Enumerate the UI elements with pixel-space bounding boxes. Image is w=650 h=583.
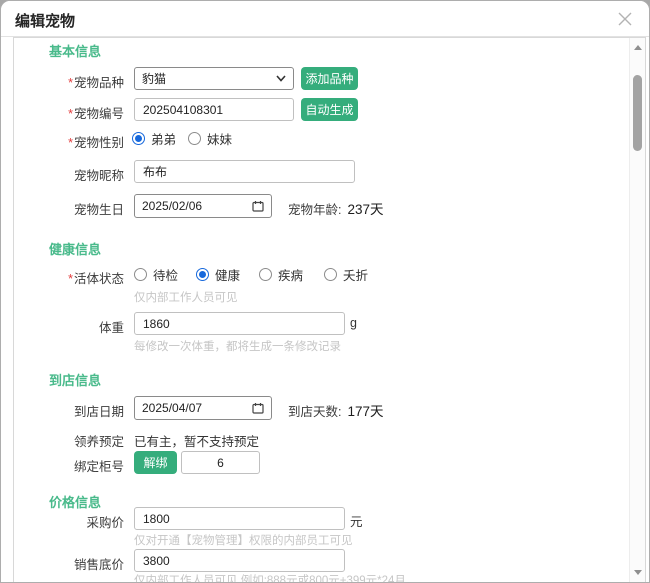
section-arrival-info: 到店信息 [49,370,101,389]
gender-radio-female[interactable]: 妹妹 [188,130,232,146]
edit-pet-dialog: 编辑宠物 基本信息 *宠物品种 豹猫 [0,0,650,583]
add-breed-button[interactable]: 添加品种 [301,67,358,90]
weight-hint: 每修改一次体重，都将生成一条修改记录 [134,338,341,354]
floor-price-input[interactable] [134,549,345,572]
pet-age-value: 237天 [347,198,383,218]
section-basic-info: 基本信息 [49,41,101,60]
cabinet-label: 绑定柜号 [1,456,124,475]
birthday-label: 宠物生日 [1,199,124,218]
modal-title: 编辑宠物 [15,10,75,31]
gender-radio-male[interactable]: 弟弟 [132,130,176,146]
nickname-input[interactable] [134,160,355,183]
radio-checked-icon [132,132,145,145]
pet-age-stat: 宠物年龄: 237天 [288,198,384,218]
purchase-price-hint: 仅对开通【宠物管理】权限的内部员工可见 [134,532,353,548]
adoption-status-text: 已有主，暂不支持预定 [134,431,259,450]
scrollbar-thumb[interactable] [633,75,642,151]
status-radio-sick[interactable]: 疾病 [259,266,303,282]
close-icon [617,11,633,27]
weight-label: 体重 [1,317,124,336]
gender-option-label: 妹妹 [207,129,232,148]
status-label: *活体状态 [1,268,124,287]
section-health-info: 健康信息 [49,239,101,258]
status-radio-deceased[interactable]: 夭折 [324,266,368,282]
weight-unit: g [350,316,357,330]
required-asterisk: * [68,136,73,150]
breed-select[interactable]: 豹猫 [134,67,294,90]
cabinet-number-input[interactable] [181,451,260,474]
birthday-date-input[interactable]: 2025/02/06 [134,194,272,218]
required-asterisk: * [68,272,73,286]
weight-input[interactable] [134,312,345,335]
unbind-button[interactable]: 解绑 [134,451,177,474]
adoption-label: 领养预定 [1,431,124,450]
purchase-price-unit: 元 [350,511,363,530]
arrival-date-label: 到店日期 [1,401,124,420]
required-asterisk: * [68,76,73,90]
modal-header: 编辑宠物 [1,1,649,37]
status-hint: 仅内部工作人员可见 [134,289,238,305]
arrival-days-value: 177天 [347,400,383,420]
calendar-icon [252,200,264,212]
arrival-date-input[interactable]: 2025/04/07 [134,396,272,420]
breed-select-value: 豹猫 [142,70,276,87]
radio-unchecked-icon [134,268,147,281]
modal-window: 编辑宠物 基本信息 *宠物品种 豹猫 [0,0,650,583]
status-option-label: 待检 [153,265,178,284]
floor-price-label: 销售底价 [1,554,124,573]
calendar-icon [252,402,264,414]
scroll-up-arrow-icon [634,45,642,50]
floor-price-hint: 仅内部工作人员可见,例如:888元或800元+399元*24月 [134,572,406,583]
scrollbar-up-button[interactable] [630,40,646,54]
pet-number-input[interactable] [134,98,294,121]
nickname-label: 宠物昵称 [1,165,124,184]
breed-label: *宠物品种 [1,72,124,91]
pet-age-label: 宠物年龄: [288,199,341,218]
section-price-info: 价格信息 [49,492,101,511]
purchase-price-label: 采购价 [1,512,124,531]
arrival-days-stat: 到店天数: 177天 [288,400,384,420]
purchase-price-input[interactable] [134,507,345,530]
arrival-days-label: 到店天数: [288,401,341,420]
status-radio-healthy[interactable]: 健康 [196,266,240,282]
gender-label: *宠物性别 [1,132,124,151]
radio-checked-icon [196,268,209,281]
chevron-down-icon [276,75,286,82]
radio-unchecked-icon [324,268,337,281]
arrival-date-value: 2025/04/07 [142,401,252,415]
scrollbar[interactable] [629,38,645,582]
birthday-value: 2025/02/06 [142,199,252,213]
status-radio-pending[interactable]: 待检 [134,266,178,282]
status-option-label: 健康 [215,265,240,284]
required-asterisk: * [68,107,73,121]
radio-unchecked-icon [259,268,272,281]
radio-unchecked-icon [188,132,201,145]
gender-option-label: 弟弟 [151,129,176,148]
status-option-label: 疾病 [278,265,303,284]
pet-number-label: *宠物编号 [1,103,124,122]
status-option-label: 夭折 [343,265,368,284]
auto-generate-button[interactable]: 自动生成 [301,98,358,121]
scrollbar-down-button[interactable] [630,565,646,579]
scroll-down-arrow-icon [634,570,642,575]
close-button[interactable] [615,9,635,29]
